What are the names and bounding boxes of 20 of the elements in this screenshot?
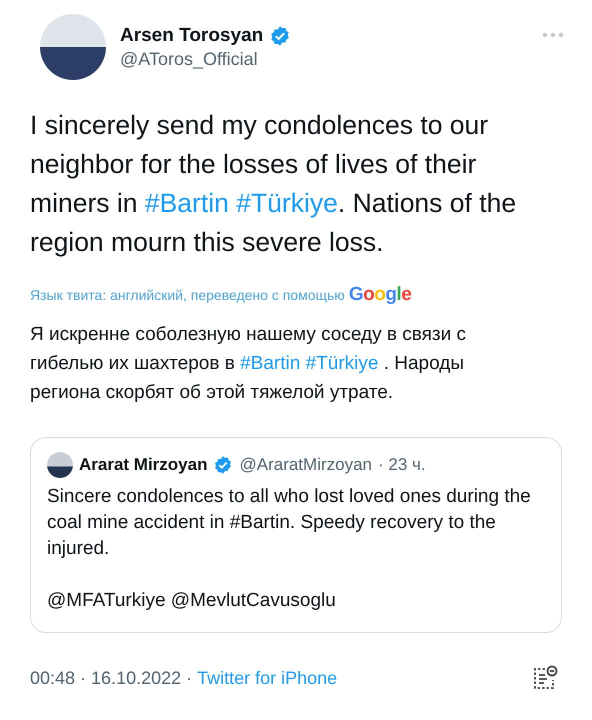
tweet-text: I sincerely send my condolences to our neighbor for the losses of lives of their miners in #Bartin #Türkiye. Nations of the region mourn this severe loss. xyxy=(30,109,518,259)
hashtag-link[interactable]: #Bartin xyxy=(144,188,229,218)
tweet-timestamp: 00:48 · 16.10.2022 · xyxy=(30,668,192,688)
quoted-tweet-mentions: @MFATurkiye @MevlutCavusoglu xyxy=(47,589,337,613)
translated-text: Я искренне соболезную нашему соседу в связи с гибелью их шахтеров в #Bartin #Türkiye . Народы региона скорбят об этой тяжелой утрате. xyxy=(30,323,468,405)
avatar-photo-placeholder xyxy=(47,452,73,478)
quoted-author-name: Ararat Mirzoyan xyxy=(79,455,208,475)
quoted-author-handle: @AraratMirzoyan xyxy=(239,455,372,475)
quoted-tweet-text: Sincere condolences to all who lost loved ones during the coal mine accident in #Bartin. Speedy recovery to the injured. xyxy=(47,485,532,561)
author-name[interactable]: Arsen Torosyan xyxy=(120,24,264,46)
google-logo: Google xyxy=(348,284,412,306)
quoted-tweet-card[interactable]: Ararat Mirzoyan @AraratMirzoyan · 23 ч. Sincere condolences to all who lost loved ones during the coal mine accident in #Bartin. Speedy recovery to the injured. @MFATurkiye @MevlutCavusoglu xyxy=(30,437,562,633)
quoted-tweet-time: · 23 ч. xyxy=(378,455,426,475)
hashtag-link[interactable]: #Bartin xyxy=(240,353,300,374)
author-handle[interactable]: @AToros_Official xyxy=(120,48,528,70)
hashtag-link[interactable]: #Türkiye xyxy=(236,188,338,218)
analytics-icon[interactable] xyxy=(532,665,558,691)
translation-label: Язык твита: английский, переведено с помощью xyxy=(30,287,345,303)
hashtag-link[interactable]: #Türkiye xyxy=(306,353,378,374)
tweet-source-link[interactable]: Twitter for iPhone xyxy=(197,668,527,688)
